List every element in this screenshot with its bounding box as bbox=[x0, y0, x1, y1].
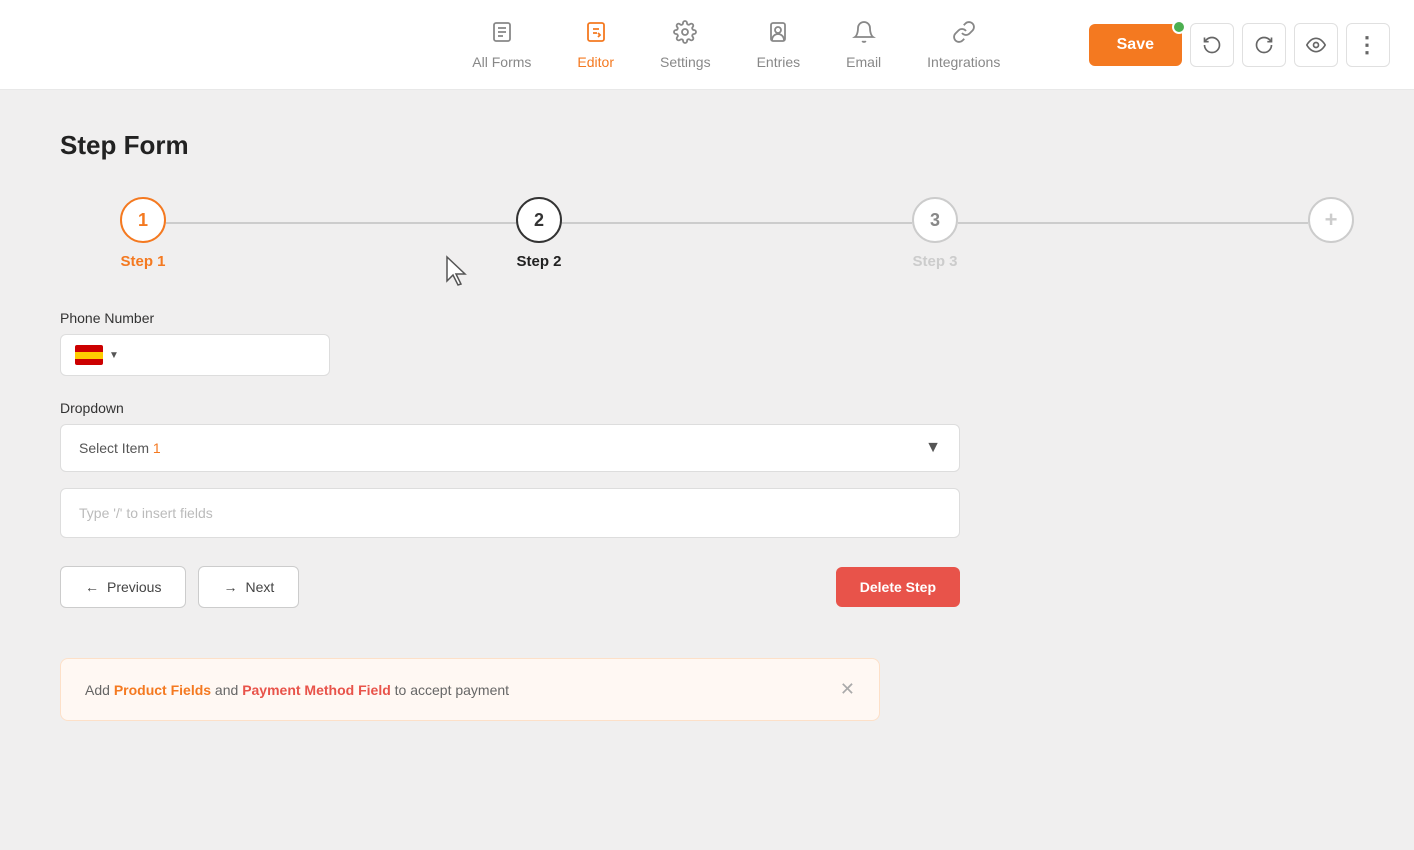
phone-caret-icon: ▼ bbox=[109, 350, 119, 361]
nav-right-actions: Save ⋮ bbox=[1089, 23, 1390, 67]
tab-all-forms[interactable]: All Forms bbox=[454, 12, 549, 78]
tab-settings-label: Settings bbox=[660, 54, 711, 70]
redo-button[interactable] bbox=[1242, 23, 1286, 67]
dropdown-field-group: Dropdown Select Item 1 ▼ bbox=[60, 400, 960, 472]
email-icon bbox=[852, 20, 876, 48]
payment-notice-and: and bbox=[211, 682, 242, 698]
add-step-circle: + bbox=[1308, 197, 1354, 243]
nav-tabs: All Forms Editor Settings bbox=[454, 12, 1018, 78]
tab-editor-label: Editor bbox=[577, 54, 614, 70]
insert-placeholder: Type '/' to insert fields bbox=[79, 505, 213, 521]
tab-entries[interactable]: Entries bbox=[739, 12, 819, 78]
step-1-label: Step 1 bbox=[120, 253, 165, 270]
tab-integrations[interactable]: Integrations bbox=[909, 12, 1018, 78]
nav-buttons-left: ← Previous → Next bbox=[60, 566, 299, 608]
main-content: Step Form 1 Step 1 2 Step 2 3 Step 3 + P… bbox=[0, 90, 1414, 761]
integrations-icon bbox=[952, 20, 976, 48]
step-nav-buttons: ← Previous → Next Delete Step bbox=[60, 566, 960, 608]
tab-editor[interactable]: Editor bbox=[559, 12, 632, 78]
payment-notice-prefix: Add bbox=[85, 682, 114, 698]
phone-field-group: Phone Number ▼ bbox=[60, 310, 960, 376]
step-3-circle: 3 bbox=[912, 197, 958, 243]
phone-flag bbox=[75, 345, 103, 365]
more-options-button[interactable]: ⋮ bbox=[1346, 23, 1390, 67]
payment-notice-close[interactable]: ✕ bbox=[840, 679, 855, 700]
all-forms-icon bbox=[490, 20, 514, 48]
dropdown-select[interactable]: Select Item 1 ▼ bbox=[60, 424, 960, 472]
tab-integrations-label: Integrations bbox=[927, 54, 1000, 70]
step-3-item[interactable]: 3 Step 3 bbox=[912, 197, 958, 270]
tab-email-label: Email bbox=[846, 54, 881, 70]
step-2-item[interactable]: 2 Step 2 bbox=[516, 197, 562, 270]
entries-icon bbox=[766, 20, 790, 48]
step-2-label: Step 2 bbox=[516, 253, 561, 270]
next-arrow-icon: → bbox=[223, 579, 237, 595]
tab-all-forms-label: All Forms bbox=[472, 54, 531, 70]
step-2-circle: 2 bbox=[516, 197, 562, 243]
previous-label: Previous bbox=[107, 579, 161, 595]
payment-notice-suffix: to accept payment bbox=[391, 682, 509, 698]
tab-settings[interactable]: Settings bbox=[642, 12, 729, 78]
product-fields-link[interactable]: Product Fields bbox=[114, 682, 211, 698]
step-connector-2 bbox=[562, 222, 912, 224]
payment-notice-text: Add Product Fields and Payment Method Fi… bbox=[85, 682, 509, 698]
step-1-circle: 1 bbox=[120, 197, 166, 243]
editor-icon bbox=[584, 20, 608, 48]
delete-step-button[interactable]: Delete Step bbox=[836, 567, 960, 607]
top-nav: All Forms Editor Settings bbox=[0, 0, 1414, 90]
form-area: Phone Number ▼ Dropdown Select It bbox=[60, 310, 960, 608]
preview-button[interactable] bbox=[1294, 23, 1338, 67]
add-step-item[interactable]: + bbox=[1308, 197, 1354, 243]
next-label: Next bbox=[245, 579, 274, 595]
dropdown-chevron-icon: ▼ bbox=[925, 439, 941, 457]
tab-email[interactable]: Email bbox=[828, 12, 899, 78]
undo-button[interactable] bbox=[1190, 23, 1234, 67]
step-3-label: Step 3 bbox=[912, 253, 957, 270]
dropdown-label: Dropdown bbox=[60, 400, 960, 416]
step-wizard: 1 Step 1 2 Step 2 3 Step 3 + bbox=[60, 197, 1354, 270]
save-button[interactable]: Save bbox=[1089, 24, 1182, 66]
insert-fields-input[interactable]: Type '/' to insert fields bbox=[60, 488, 960, 538]
tab-entries-label: Entries bbox=[757, 54, 801, 70]
phone-label: Phone Number bbox=[60, 310, 960, 326]
payment-method-link[interactable]: Payment Method Field bbox=[242, 682, 391, 698]
settings-icon bbox=[673, 20, 697, 48]
phone-input-wrapper[interactable]: ▼ bbox=[60, 334, 330, 376]
dropdown-value: Select Item 1 bbox=[79, 440, 161, 456]
step-connector-1 bbox=[166, 222, 516, 224]
next-button[interactable]: → Next bbox=[198, 566, 299, 608]
previous-button[interactable]: ← Previous bbox=[60, 566, 186, 608]
step-1-item[interactable]: 1 Step 1 bbox=[120, 197, 166, 270]
payment-notice: Add Product Fields and Payment Method Fi… bbox=[60, 658, 880, 721]
step-connector-3 bbox=[958, 222, 1308, 224]
prev-arrow-icon: ← bbox=[85, 579, 99, 595]
page-title: Step Form bbox=[60, 130, 1354, 161]
